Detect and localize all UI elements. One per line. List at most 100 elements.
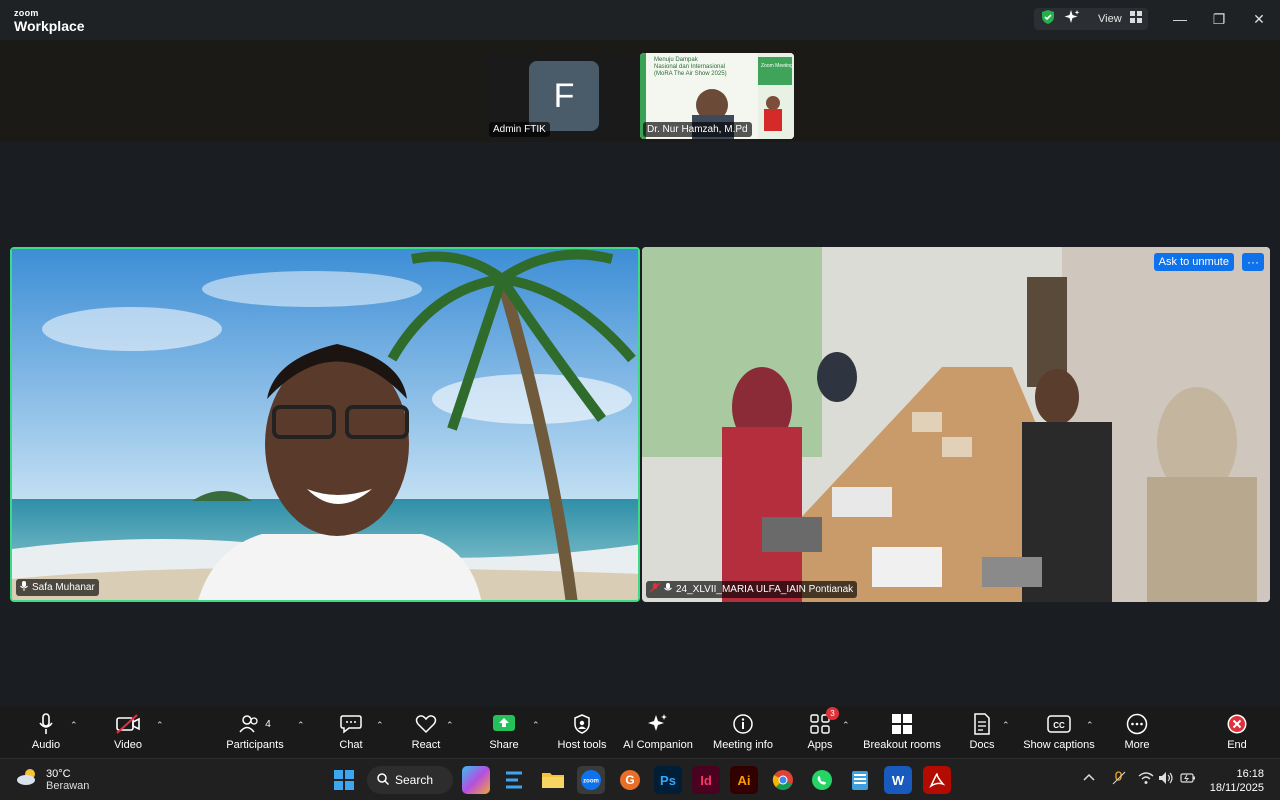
info-icon <box>732 713 754 735</box>
more-label: More <box>1124 739 1150 751</box>
grid-icon[interactable] <box>1129 10 1142 28</box>
zoom-app-icon[interactable]: zoom <box>577 766 605 794</box>
participant-thumb-nur[interactable]: Menuju Dampak Nasional dan Internasional… <box>640 53 794 139</box>
react-button[interactable]: React <box>408 706 444 758</box>
chat-label: Chat <box>339 739 363 751</box>
slide-badge: Zoom Meeting <box>761 63 793 69</box>
view-controls[interactable]: View <box>1034 8 1148 30</box>
file-explorer-icon[interactable] <box>539 766 567 794</box>
weather-widget[interactable]: 30°C Berawan <box>16 767 89 792</box>
svg-text:CC: CC <box>1053 721 1065 730</box>
end-meeting-button[interactable]: End <box>1222 706 1252 758</box>
ai-sparkle-icon <box>647 713 669 735</box>
ask-to-unmute-button[interactable]: Ask to unmute <box>1153 253 1234 271</box>
sparkle-icon[interactable] <box>1064 9 1080 30</box>
audio-options-caret[interactable]: ⌃ <box>70 720 78 731</box>
slide-line-1: Menuju Dampak <box>654 57 698 63</box>
share-options-caret[interactable]: ⌃ <box>532 720 540 731</box>
tile-more-button[interactable]: ··· <box>1242 253 1264 271</box>
photoshop-app-icon[interactable]: Ps <box>654 766 682 794</box>
chat-icon <box>340 713 362 735</box>
word-app-icon[interactable]: W <box>884 766 912 794</box>
breakout-rooms-label: Breakout rooms <box>863 739 941 751</box>
breakout-rooms-button[interactable]: Breakout rooms <box>862 706 942 758</box>
audio-button[interactable]: Audio <box>28 706 64 758</box>
meeting-toolbar: Audio ⌃ Video ⌃ 4 Participants ⌃ Chat ⌃ … <box>0 706 1280 758</box>
title-bar: zoom Workplace View — ❐ ✕ <box>0 0 1280 40</box>
wifi-icon[interactable] <box>1138 771 1154 788</box>
participant-name: 24_XLVII_MARIA ULFA_IAIN Pontianak <box>676 584 854 595</box>
video-tile-safa[interactable]: Safa Muhanar <box>10 247 640 602</box>
apps-button[interactable]: 3 Apps <box>804 706 839 758</box>
indesign-app-icon[interactable]: Id <box>692 766 720 794</box>
battery-icon[interactable] <box>1180 771 1196 788</box>
svg-text:G: G <box>625 773 634 787</box>
mic-muted-icon <box>649 582 661 596</box>
illustrator-app-icon[interactable]: Ai <box>730 766 758 794</box>
participants-button[interactable]: 4 Participants <box>224 706 286 758</box>
search-icon <box>377 772 390 788</box>
restore-button[interactable]: ❐ <box>1209 10 1229 28</box>
windows-taskbar: 30°C Berawan Search zoom G Ps Id Ai W 16… <box>0 758 1280 800</box>
edu-app-icon[interactable] <box>500 766 528 794</box>
slide-line-3: (MoRA The Air Show 2025) <box>654 71 727 77</box>
copilot-app-icon[interactable] <box>462 766 490 794</box>
video-tile-maria[interactable]: Ask to unmute ··· 24_XLVII_MARIA ULFA_IA… <box>642 247 1270 602</box>
docs-label: Docs <box>969 739 995 751</box>
view-button-label[interactable]: View <box>1098 13 1122 25</box>
apps-options-caret[interactable]: ⌃ <box>842 720 850 731</box>
participant-name: Dr. Nur Hamzah, M.Pd <box>643 122 752 137</box>
mic-icon <box>664 583 672 596</box>
heart-icon <box>415 713 437 735</box>
captions-options-caret[interactable]: ⌃ <box>1086 720 1094 731</box>
tray-expand-chevron-icon[interactable] <box>1083 771 1095 785</box>
end-label: End <box>1227 739 1247 751</box>
more-dots-icon <box>1126 713 1148 735</box>
host-tools-button[interactable]: Host tools <box>556 706 608 758</box>
video-stage: Safa Muhanar Ask to unmute ··· 24_XLVII_… <box>0 142 1280 706</box>
chat-button[interactable]: Chat <box>336 706 366 758</box>
show-captions-button[interactable]: CC Show captions <box>1022 706 1096 758</box>
minimize-button[interactable]: — <box>1170 10 1190 28</box>
participant-name: Admin FTIK <box>489 122 550 137</box>
video-button[interactable]: Video <box>110 706 146 758</box>
docs-button[interactable]: Docs <box>966 706 998 758</box>
participants-label: Participants <box>226 739 284 751</box>
taskbar-search[interactable]: Search <box>367 766 453 794</box>
volume-icon[interactable] <box>1158 771 1174 788</box>
host-shield-icon <box>573 713 591 735</box>
svg-text:zoom: zoom <box>583 779 599 785</box>
slide-line-2: Nasional dan Internasional <box>654 64 726 70</box>
share-button[interactable]: Share <box>486 706 522 758</box>
acrobat-app-icon[interactable] <box>923 766 951 794</box>
participants-options-caret[interactable]: ⌃ <box>297 720 305 731</box>
whatsapp-app-icon[interactable] <box>808 766 836 794</box>
weather-cloud-icon <box>16 767 40 792</box>
logo-bottom: Workplace <box>14 18 85 34</box>
meeting-info-button[interactable]: Meeting info <box>710 706 776 758</box>
meeting-info-label: Meeting info <box>713 739 773 751</box>
participant-thumb-admin[interactable]: F Admin FTIK <box>486 53 638 139</box>
ai-companion-label: AI Companion <box>623 739 693 751</box>
share-screen-icon <box>492 713 516 735</box>
ai-companion-button[interactable]: AI Companion <box>622 706 694 758</box>
chat-options-caret[interactable]: ⌃ <box>376 720 384 731</box>
clock-date: 18/11/2025 <box>1209 782 1264 794</box>
react-label: React <box>411 739 441 751</box>
zoom-logo: zoom Workplace <box>14 9 85 34</box>
end-x-icon <box>1226 713 1248 735</box>
close-window-button[interactable]: ✕ <box>1249 10 1269 28</box>
mic-tray-icon[interactable] <box>1111 771 1127 788</box>
host-tools-label: Host tools <box>557 739 607 751</box>
video-options-caret[interactable]: ⌃ <box>156 720 164 731</box>
more-button[interactable]: More <box>1120 706 1154 758</box>
react-options-caret[interactable]: ⌃ <box>446 720 454 731</box>
taskbar-clock[interactable]: 16:18 18/11/2025 <box>1210 767 1264 795</box>
docs-options-caret[interactable]: ⌃ <box>1002 720 1010 731</box>
grammarly-app-icon[interactable]: G <box>616 766 644 794</box>
chrome-app-icon[interactable] <box>769 766 797 794</box>
document-icon <box>973 713 991 735</box>
shield-icon[interactable] <box>1040 9 1056 30</box>
windows-start-button[interactable] <box>330 766 358 794</box>
notepad-app-icon[interactable] <box>846 766 874 794</box>
